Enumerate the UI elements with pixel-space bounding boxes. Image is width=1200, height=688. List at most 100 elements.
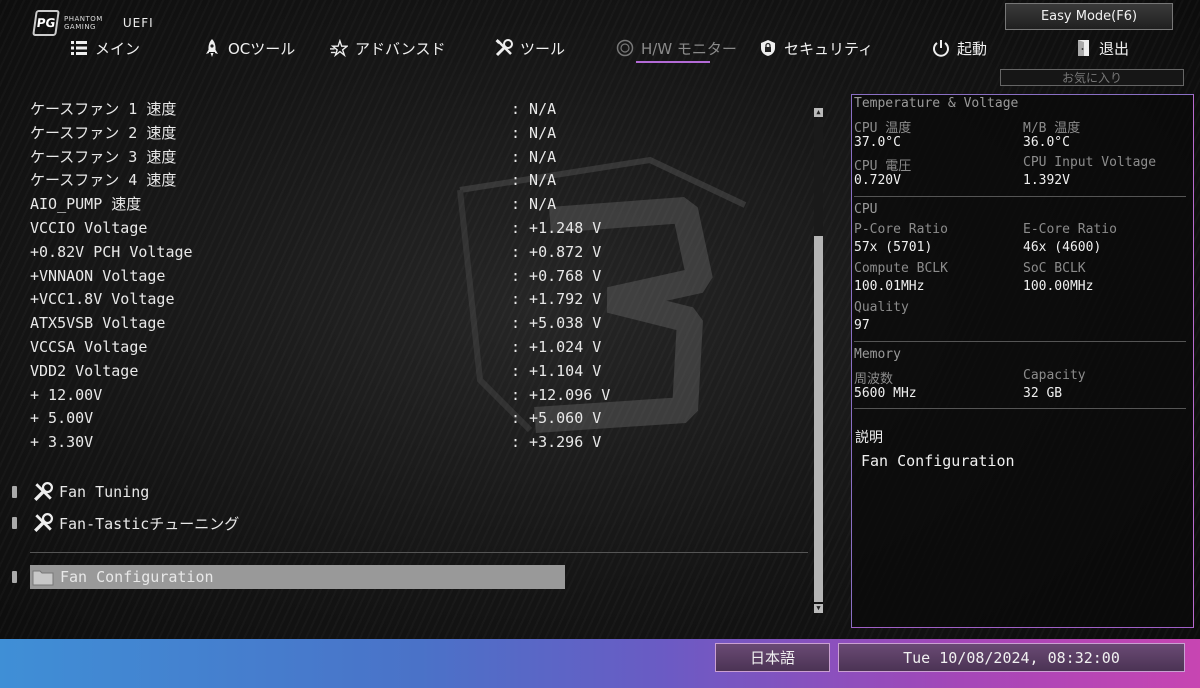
memory-frequency-label: 周波数 bbox=[854, 372, 894, 387]
sensor-label: VDD2 Voltage bbox=[30, 361, 139, 380]
cpu-section-title: CPU bbox=[854, 202, 878, 217]
menu-fan-tuning[interactable]: Fan Tuning bbox=[12, 480, 572, 504]
list-icon bbox=[70, 39, 88, 57]
menu-fan-tastic-tuning[interactable]: Fan-Tasticチューニング bbox=[12, 511, 572, 535]
sensor-value: : N/A bbox=[511, 171, 557, 190]
quality-value: 97 bbox=[854, 318, 870, 333]
sensor-value: : N/A bbox=[511, 147, 557, 166]
tools-icon bbox=[495, 39, 513, 57]
soc-bclk-label: SoC BCLK bbox=[1023, 261, 1086, 276]
menu-fan-tuning-label: Fan Tuning bbox=[59, 483, 150, 501]
menu-fan-tastic-label: Fan-Tasticチューニング bbox=[59, 514, 240, 533]
menu-bullet bbox=[12, 571, 17, 583]
sensor-row[interactable]: + 12.00V: +12.096 V bbox=[30, 384, 650, 408]
tv-section-title: Temperature & Voltage bbox=[854, 96, 1019, 111]
sensor-label: ケースファン 4 速度 bbox=[30, 171, 177, 190]
sensor-row[interactable]: ケースファン 3 速度 : N/A bbox=[30, 146, 650, 170]
menu-bullet bbox=[12, 486, 17, 498]
sensor-label: ケースファン 3 速度 bbox=[30, 147, 177, 166]
monitor-icon bbox=[616, 39, 634, 57]
tab-tools-label: ツール bbox=[520, 39, 566, 58]
sensor-row[interactable]: +VCC1.8V Voltage : +1.792 V bbox=[30, 288, 650, 312]
cpu-input-voltage-label: CPU Input Voltage bbox=[1023, 155, 1157, 170]
sensor-value: : N/A bbox=[511, 195, 557, 214]
logo-mark: PG bbox=[32, 10, 60, 36]
rocket-icon bbox=[203, 39, 221, 57]
sensor-label: +VCC1.8V Voltage bbox=[30, 290, 175, 309]
tab-tools[interactable]: ツール bbox=[495, 36, 565, 60]
sensor-value: : +1.104 V bbox=[511, 361, 602, 380]
sensor-value: : +3.296 V bbox=[511, 433, 602, 452]
sensor-label: ATX5VSB Voltage bbox=[30, 314, 166, 333]
tab-advanced-label: アドバンスド bbox=[355, 39, 446, 58]
memory-capacity-value: 32 GB bbox=[1023, 386, 1063, 401]
panel-divider bbox=[854, 341, 1186, 342]
sensor-value: : +1.792 V bbox=[511, 290, 602, 309]
compute-bclk-value: 100.01MHz bbox=[854, 279, 925, 294]
sensor-value: : +1.248 V bbox=[511, 218, 602, 237]
star-icon bbox=[330, 39, 348, 57]
sensor-label: + 3.30V bbox=[30, 433, 94, 452]
brand-line-1: PHANTOM bbox=[64, 15, 103, 23]
folder-icon bbox=[32, 568, 54, 586]
tab-boot-label: 起動 bbox=[957, 39, 988, 58]
tab-advanced[interactable]: アドバンスド bbox=[330, 36, 445, 60]
easy-mode-button[interactable]: Easy Mode(F6) bbox=[1005, 3, 1173, 30]
top-nav: メイン OCツール アドバンスド ツール H/W モニター セキュリティ 起動 … bbox=[0, 36, 1200, 63]
tab-main[interactable]: メイン bbox=[70, 36, 140, 60]
datetime-display[interactable]: Tue 10/08/2024, 08:32:00 bbox=[838, 643, 1185, 672]
sensor-row[interactable]: +VNNAON Voltage: +0.768 V bbox=[30, 265, 650, 289]
brand-logo: PG PHANTOM GAMING UEFI bbox=[32, 10, 154, 36]
sensor-row[interactable]: AIO_PUMP 速度: N/A bbox=[30, 193, 650, 217]
scroll-down-arrow[interactable]: ▼ bbox=[814, 604, 823, 613]
sensor-row[interactable]: VDD2 Voltage : +1.104 V bbox=[30, 360, 650, 384]
tab-oc-tweaker[interactable]: OCツール bbox=[203, 36, 295, 60]
footer-bar: 日本語 Tue 10/08/2024, 08:32:00 bbox=[0, 639, 1200, 688]
description-text: Fan Configuration bbox=[861, 452, 1015, 470]
sensor-value: : N/A bbox=[511, 123, 557, 142]
shield-icon bbox=[759, 39, 777, 57]
sensor-label: VCCIO Voltage bbox=[30, 218, 148, 237]
menu-fan-configuration[interactable]: Fan Configuration bbox=[12, 565, 565, 589]
sensor-row[interactable]: +0.82V PCH Voltage: +0.872 V bbox=[30, 241, 650, 265]
tools-icon bbox=[33, 513, 53, 533]
tab-exit[interactable]: 退出 bbox=[1074, 36, 1129, 60]
exit-icon bbox=[1074, 39, 1092, 57]
ecore-ratio-value: 46x (4600) bbox=[1023, 240, 1102, 255]
sensor-row[interactable]: ケースファン 2 速度: N/A bbox=[30, 122, 650, 146]
tab-security[interactable]: セキュリティ bbox=[759, 36, 873, 60]
language-button[interactable]: 日本語 bbox=[715, 643, 830, 672]
sensor-row[interactable]: ケースファン 1 速度: N/A bbox=[30, 98, 650, 122]
sensor-value: : +1.024 V bbox=[511, 337, 602, 356]
cpu-voltage-value: 0.720V bbox=[854, 173, 901, 188]
uefi-label: UEFI bbox=[122, 16, 154, 30]
tools-icon bbox=[33, 482, 53, 502]
cpu-input-voltage-value: 1.392V bbox=[1023, 173, 1070, 188]
logo-text: PHANTOM GAMING bbox=[64, 15, 103, 31]
favorites-button[interactable]: お気に入り bbox=[1000, 69, 1184, 86]
sensor-row[interactable]: + 3.30V : +3.296 V bbox=[30, 431, 650, 455]
panel-divider bbox=[854, 408, 1186, 409]
uefi-screen: PG PHANTOM GAMING UEFI Easy Mode(F6) メイン… bbox=[0, 0, 1200, 688]
tab-exit-label: 退出 bbox=[1099, 39, 1130, 58]
ecore-ratio-label: E-Core Ratio bbox=[1023, 222, 1117, 237]
sensor-row[interactable]: ATX5VSB Voltage: +5.038 V bbox=[30, 312, 650, 336]
tab-hw-label: H/W モニター bbox=[641, 39, 737, 58]
scrollbar-thumb[interactable] bbox=[814, 236, 823, 602]
sensor-value: : +5.060 V bbox=[511, 409, 602, 428]
description-title: 説明 bbox=[855, 430, 883, 446]
scroll-up-arrow[interactable]: ▲ bbox=[814, 108, 823, 117]
sensor-row[interactable]: + 5.00V : +5.060 V bbox=[30, 407, 650, 431]
tab-boot[interactable]: 起動 bbox=[932, 36, 987, 60]
sensor-label: + 5.00V bbox=[30, 409, 94, 428]
sensor-row[interactable]: VCCSA Voltage: +1.024 V bbox=[30, 336, 650, 360]
cpu-temp-label: CPU 温度 bbox=[854, 121, 912, 136]
cpu-voltage-label: CPU 電圧 bbox=[854, 159, 912, 174]
tab-hw-monitor[interactable]: H/W モニター bbox=[616, 36, 737, 63]
sensor-row[interactable]: VCCIO Voltage : +1.248 V bbox=[30, 217, 650, 241]
menu-fan-configuration-label: Fan Configuration bbox=[60, 568, 214, 586]
memory-capacity-label: Capacity bbox=[1023, 368, 1086, 383]
sensor-value: : +0.872 V bbox=[511, 242, 602, 261]
mb-temp-label: M/B 温度 bbox=[1023, 121, 1081, 136]
sensor-row[interactable]: ケースファン 4 速度 : N/A bbox=[30, 169, 650, 193]
